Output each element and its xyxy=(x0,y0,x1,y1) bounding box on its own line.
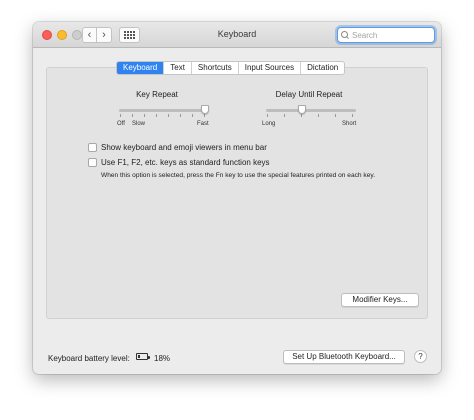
tick xyxy=(168,114,169,117)
delay-until-repeat-title: Delay Until Repeat xyxy=(275,90,343,99)
delay-long-label: Long xyxy=(262,121,276,127)
tick xyxy=(301,114,302,117)
key-repeat-off-label: Off xyxy=(117,121,125,127)
delay-until-repeat-slider[interactable] xyxy=(266,109,356,112)
tab-text[interactable]: Text xyxy=(164,62,192,74)
title-bar: ‹ › Keyboard xyxy=(33,22,441,48)
tab-shortcuts[interactable]: Shortcuts xyxy=(192,62,239,74)
tick xyxy=(156,114,157,117)
delay-until-repeat-knob[interactable] xyxy=(298,105,306,114)
keyboard-panel: Key Repeat Off Slow Fast Delay Until Rep… xyxy=(46,67,428,319)
key-repeat-title: Key Repeat xyxy=(136,90,178,99)
show-viewers-option[interactable]: Show keyboard and emoji viewers in menu … xyxy=(88,143,267,152)
function-keys-help-text: When this option is selected, press the … xyxy=(101,172,376,179)
tick xyxy=(352,114,353,117)
tab-keyboard[interactable]: Keyboard xyxy=(117,62,165,74)
delay-short-label: Short xyxy=(342,121,357,127)
tick xyxy=(204,114,205,117)
tab-dictation[interactable]: Dictation xyxy=(301,62,344,74)
tick xyxy=(180,114,181,117)
tab-input-sources[interactable]: Input Sources xyxy=(239,62,302,74)
help-button[interactable]: ? xyxy=(414,350,427,363)
tick xyxy=(284,114,285,117)
search-icon xyxy=(341,30,350,40)
key-repeat-knob[interactable] xyxy=(200,105,209,114)
function-keys-label: Use F1, F2, etc. keys as standard functi… xyxy=(101,158,270,167)
function-keys-checkbox[interactable] xyxy=(88,158,97,167)
show-viewers-checkbox[interactable] xyxy=(88,143,97,152)
tick xyxy=(267,114,268,117)
tick xyxy=(335,114,336,117)
preference-tabs: Keyboard Text Shortcuts Input Sources Dictat… xyxy=(116,61,346,75)
tick xyxy=(120,114,121,117)
battery-icon xyxy=(136,353,150,360)
key-repeat-fast-label: Fast xyxy=(197,121,209,127)
modifier-keys-button[interactable]: Modifier Keys... xyxy=(341,293,419,307)
function-keys-option[interactable]: Use F1, F2, etc. keys as standard functi… xyxy=(88,158,270,167)
battery-level-label: Keyboard battery level: xyxy=(48,354,130,363)
tick xyxy=(318,114,319,117)
set-up-bluetooth-keyboard-button[interactable]: Set Up Bluetooth Keyboard... xyxy=(283,350,405,364)
search-field[interactable] xyxy=(337,27,435,43)
search-input[interactable] xyxy=(352,30,432,40)
keyboard-preferences-window: ‹ › Keyboard Key Repeat Off xyxy=(33,22,441,374)
tick xyxy=(132,114,133,117)
key-repeat-slow-label: Slow xyxy=(132,121,146,127)
tick xyxy=(192,114,193,117)
key-repeat-slider[interactable] xyxy=(119,109,209,112)
battery-percent: 18% xyxy=(154,354,171,363)
show-viewers-label: Show keyboard and emoji viewers in menu … xyxy=(101,143,267,152)
tick xyxy=(144,114,145,117)
